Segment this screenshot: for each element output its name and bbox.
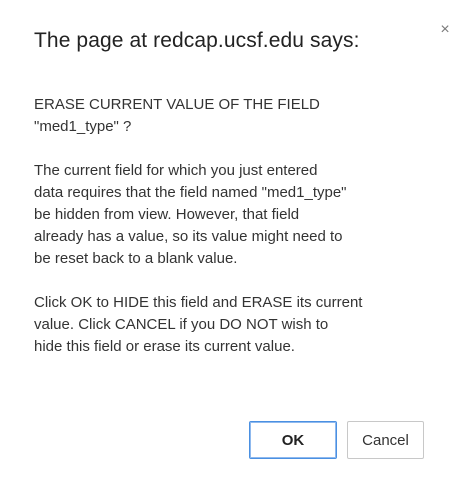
dialog-title: The page at redcap.ucsf.edu says: <box>34 29 360 52</box>
message-heading: ERASE CURRENT VALUE OF THE FIELD "med1_t… <box>34 96 320 135</box>
ok-button[interactable]: OK <box>249 421 337 459</box>
alert-dialog: The page at redcap.ucsf.edu says: × ERAS… <box>0 0 457 484</box>
close-icon[interactable]: × <box>438 22 452 38</box>
message-explanation: The current field for which you just ent… <box>34 162 347 267</box>
message-instructions: Click OK to HIDE this field and ERASE it… <box>34 294 363 355</box>
cancel-button[interactable]: Cancel <box>347 421 424 459</box>
dialog-message: ERASE CURRENT VALUE OF THE FIELD "med1_t… <box>34 94 452 358</box>
